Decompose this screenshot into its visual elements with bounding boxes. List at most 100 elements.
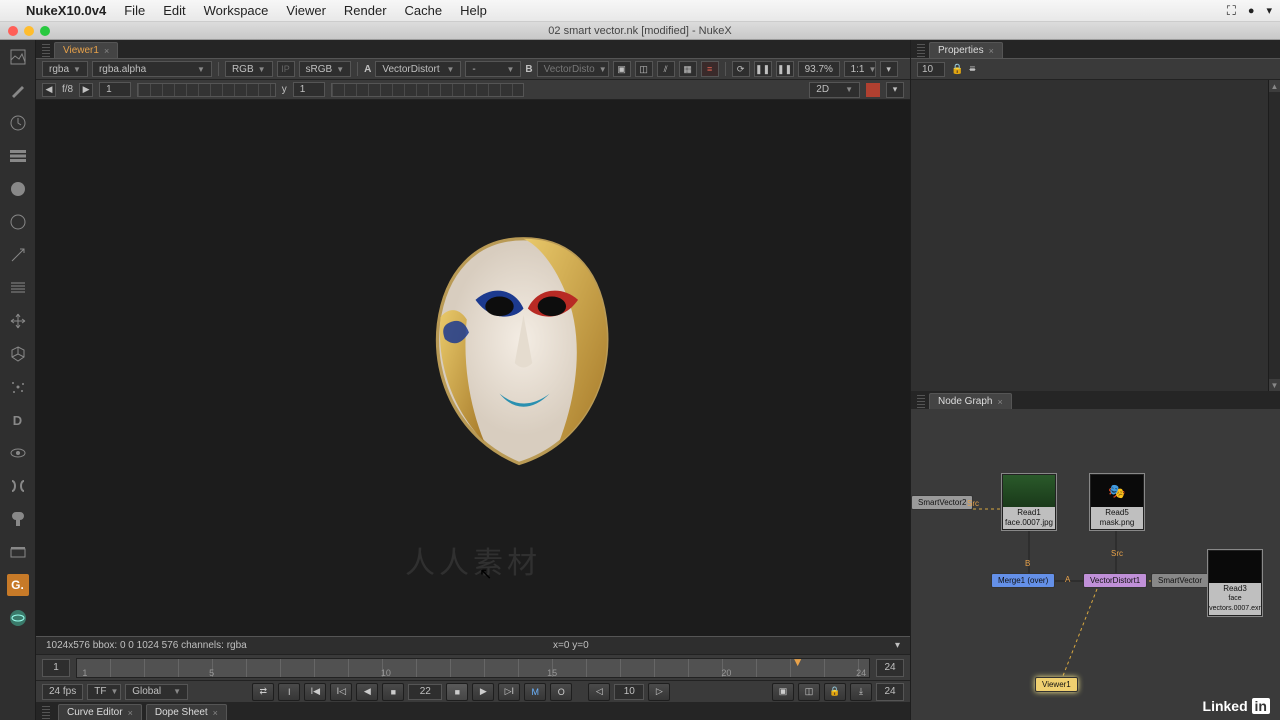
play-rev-icon[interactable]: ◀ bbox=[356, 683, 378, 701]
close-tab-icon[interactable]: × bbox=[104, 46, 109, 56]
properties-scrollbar[interactable]: ▲▼ bbox=[1268, 80, 1280, 391]
gain-slider[interactable] bbox=[137, 83, 276, 97]
tool-merge-icon[interactable] bbox=[7, 277, 29, 299]
tool-keyer-icon[interactable] bbox=[7, 244, 29, 266]
timeline-start[interactable]: 1 bbox=[42, 659, 70, 677]
tab-viewer1[interactable]: Viewer1 × bbox=[54, 42, 118, 58]
timeline[interactable]: 1 1 5 10 15 20 24 ▼ 24 bbox=[36, 654, 910, 680]
lock-props-icon[interactable]: 🔒 bbox=[951, 64, 963, 75]
pause-icon[interactable]: ❚❚ bbox=[754, 61, 772, 77]
clear-props-icon[interactable]: ≡ bbox=[969, 64, 975, 75]
menu-file[interactable]: File bbox=[124, 3, 145, 18]
input-b-dropdown[interactable]: VectorDisto▼ bbox=[537, 61, 609, 77]
menu-workspace[interactable]: Workspace bbox=[204, 3, 269, 18]
properties-count-input[interactable] bbox=[917, 62, 945, 77]
tool-time-icon[interactable] bbox=[7, 112, 29, 134]
flipbook-icon[interactable]: ◫ bbox=[798, 683, 820, 701]
stop-icon[interactable]: ■ bbox=[382, 683, 404, 701]
bg-red-swatch[interactable] bbox=[866, 83, 880, 97]
skip-fwd-icon[interactable]: ▷ bbox=[648, 683, 670, 701]
step-prev-key-icon[interactable]: I◁ bbox=[330, 683, 352, 701]
proxy-icon[interactable]: ⫽ bbox=[657, 61, 675, 77]
tool-channel-icon[interactable] bbox=[7, 145, 29, 167]
lock-icon[interactable]: 🔒 bbox=[824, 683, 846, 701]
node-vectordistort1[interactable]: VectorDistort1 bbox=[1083, 573, 1147, 588]
display-dropdown[interactable]: RGB▼ bbox=[225, 61, 273, 77]
menu-edit[interactable]: Edit bbox=[163, 3, 185, 18]
menu-cache[interactable]: Cache bbox=[405, 3, 443, 18]
node-merge1[interactable]: Merge1 (over) bbox=[991, 573, 1055, 588]
menubar-extra2-icon[interactable]: ▾ bbox=[1266, 4, 1272, 17]
panel-drag-icon[interactable] bbox=[42, 44, 50, 58]
next-icon[interactable]: ▶ bbox=[79, 83, 93, 97]
node-viewer1[interactable]: Viewer1 bbox=[1035, 677, 1078, 692]
menu-help[interactable]: Help bbox=[460, 3, 487, 18]
tab-properties[interactable]: Properties× bbox=[929, 42, 1003, 58]
zoom-menu-icon[interactable]: ▾ bbox=[880, 61, 898, 77]
tool-transform-icon[interactable] bbox=[7, 310, 29, 332]
nodegraph-canvas[interactable]: SmartVector2 Src Read1face.0007.jpg 🎭 Re… bbox=[911, 409, 1280, 720]
current-frame[interactable]: 22 bbox=[408, 684, 442, 700]
playbar-end[interactable]: 24 bbox=[876, 683, 904, 701]
tool-image-icon[interactable] bbox=[7, 46, 29, 68]
close-tab5-icon[interactable]: × bbox=[997, 397, 1002, 407]
gain-input[interactable]: 1 bbox=[99, 82, 131, 97]
zoom-window-icon[interactable] bbox=[40, 26, 50, 36]
layer-dropdown[interactable]: rgba.alpha▼ bbox=[92, 61, 212, 77]
prev-icon[interactable]: ◀ bbox=[42, 83, 56, 97]
swatch-menu-icon[interactable]: ▾ bbox=[886, 82, 904, 98]
tool-other-icon[interactable] bbox=[7, 541, 29, 563]
stop2-icon[interactable]: ■ bbox=[446, 683, 468, 701]
gamma-input[interactable]: 1 bbox=[293, 82, 325, 97]
node-smartvector[interactable]: SmartVector bbox=[1151, 573, 1209, 588]
close-tab3-icon[interactable]: × bbox=[213, 708, 218, 718]
fullscreen-icon[interactable]: ⛶ bbox=[1227, 3, 1236, 19]
close-tab2-icon[interactable]: × bbox=[128, 708, 133, 718]
tab-dope-sheet[interactable]: Dope Sheet× bbox=[146, 704, 227, 720]
tab-curve-editor[interactable]: Curve Editor× bbox=[58, 704, 142, 720]
menubar-extra-icon[interactable]: ● bbox=[1248, 5, 1255, 17]
colorspace-dropdown[interactable]: sRGB▼ bbox=[299, 61, 352, 77]
tool-metadata-icon[interactable] bbox=[7, 475, 29, 497]
loop-icon[interactable]: ⇄ bbox=[252, 683, 274, 701]
pause2-icon[interactable]: ❚❚ bbox=[776, 61, 794, 77]
overlay-icon[interactable]: ▦ bbox=[679, 61, 697, 77]
panel-drag4-icon[interactable] bbox=[917, 395, 925, 409]
zoom-pct[interactable]: 93.7% bbox=[798, 61, 840, 77]
range-dropdown[interactable]: Global▼ bbox=[125, 684, 188, 700]
zoom-ratio[interactable]: 1:1▼ bbox=[844, 61, 876, 77]
playhead-icon[interactable]: ▼ bbox=[792, 655, 804, 669]
node-read1[interactable]: Read1face.0007.jpg bbox=[1001, 473, 1057, 531]
tool-deep-icon[interactable]: D bbox=[7, 409, 29, 431]
node-read3[interactable]: Read3face vectors.0007.exr bbox=[1207, 549, 1263, 617]
tool-genarts-icon[interactable]: G. bbox=[7, 574, 29, 596]
status-menu-icon[interactable]: ▾ bbox=[895, 640, 900, 651]
timeline-end[interactable]: 24 bbox=[876, 659, 904, 677]
fps-dropdown[interactable]: 24 fps bbox=[42, 684, 83, 700]
capture-icon[interactable]: ▣ bbox=[772, 683, 794, 701]
tool-particles-icon[interactable] bbox=[7, 376, 29, 398]
close-tab4-icon[interactable]: × bbox=[989, 46, 994, 56]
skip-amount[interactable]: 10 bbox=[614, 684, 644, 700]
out-point-icon[interactable]: O bbox=[550, 683, 572, 701]
minimize-window-icon[interactable] bbox=[24, 26, 34, 36]
menu-render[interactable]: Render bbox=[344, 3, 387, 18]
close-window-icon[interactable] bbox=[8, 26, 18, 36]
m-button[interactable]: M bbox=[524, 683, 546, 701]
tool-toolsets-icon[interactable] bbox=[7, 508, 29, 530]
tool-views-icon[interactable] bbox=[7, 442, 29, 464]
tool-filter-icon[interactable] bbox=[7, 211, 29, 233]
tool-draw-icon[interactable] bbox=[7, 79, 29, 101]
gamma-slider[interactable] bbox=[331, 83, 524, 97]
in-point-icon[interactable]: I bbox=[278, 683, 300, 701]
tool-color-icon[interactable] bbox=[7, 178, 29, 200]
node-smartvector2[interactable]: SmartVector2 bbox=[911, 495, 973, 510]
play-fwd-icon[interactable]: ▶ bbox=[472, 683, 494, 701]
tf-dropdown[interactable]: TF▼ bbox=[87, 684, 121, 700]
ip-toggle[interactable]: IP bbox=[277, 61, 295, 77]
refresh-icon[interactable]: ⟳ bbox=[732, 61, 750, 77]
timeline-track[interactable]: 1 5 10 15 20 24 ▼ bbox=[76, 658, 870, 678]
tool-3d-icon[interactable] bbox=[7, 343, 29, 365]
tab-nodegraph[interactable]: Node Graph× bbox=[929, 393, 1012, 409]
tool-furnace-icon[interactable] bbox=[7, 607, 29, 629]
